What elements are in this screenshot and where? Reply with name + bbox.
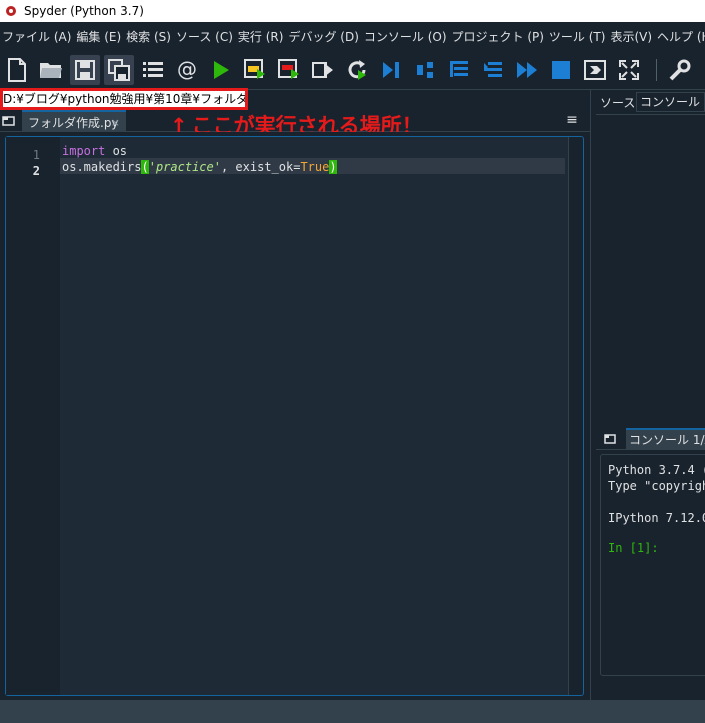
step-into-icon[interactable] bbox=[444, 55, 474, 85]
line-number-current: 2 bbox=[32, 164, 40, 178]
console-pane: コンソール 1/A Python 3.7.4 ( Type "copyrigh … bbox=[596, 426, 705, 700]
console-tab[interactable]: コンソール 1/A bbox=[626, 428, 705, 450]
run-cell-advance-icon[interactable] bbox=[274, 55, 304, 85]
tab-list-icon[interactable] bbox=[2, 114, 16, 128]
builtin-true: True bbox=[300, 160, 330, 174]
maximize-pane-icon[interactable] bbox=[580, 55, 610, 85]
run-icon[interactable] bbox=[206, 55, 236, 85]
console-line: IPython 7.12.0 bbox=[608, 511, 705, 525]
editor-tab-label: フォルダ作成.py bbox=[28, 116, 119, 130]
window-title: Spyder (Python 3.7) bbox=[24, 4, 144, 18]
console-line: Python 3.7.4 ( bbox=[608, 463, 705, 477]
menu-console[interactable]: コンソール (O) bbox=[362, 28, 450, 45]
console-line: Type "copyrigh bbox=[608, 479, 705, 493]
main-toolbar: @ bbox=[0, 50, 705, 90]
open-folder-icon[interactable] bbox=[36, 55, 66, 85]
matched-paren-open: ( bbox=[141, 160, 149, 174]
source-combo[interactable]: コンソール bbox=[636, 92, 705, 112]
code-line-1[interactable]: import os bbox=[62, 143, 127, 159]
menu-file[interactable]: ファイル (A) bbox=[0, 28, 74, 45]
debug-icon[interactable] bbox=[376, 55, 406, 85]
save-all-icon[interactable] bbox=[104, 54, 134, 85]
rerun-icon[interactable] bbox=[342, 55, 372, 85]
step-return-icon[interactable] bbox=[478, 55, 508, 85]
editor-vertical-scrollbar[interactable] bbox=[568, 137, 582, 695]
svg-text:@: @ bbox=[177, 59, 197, 81]
menu-help[interactable]: ヘルプ (H) bbox=[655, 28, 705, 45]
title-bar: Spyder (Python 3.7) bbox=[0, 0, 705, 22]
status-bar bbox=[0, 700, 705, 723]
fullscreen-icon[interactable] bbox=[614, 55, 644, 85]
line-number-gutter: 1 2 bbox=[6, 137, 60, 695]
new-file-icon[interactable] bbox=[2, 55, 32, 85]
tools-icon[interactable] bbox=[665, 55, 695, 85]
code-editor[interactable]: 1 2 import os os.makedirs('practice', ex… bbox=[0, 132, 590, 700]
console-prompt[interactable]: In [1]: bbox=[608, 541, 659, 555]
menu-tools[interactable]: ツール (T) bbox=[547, 28, 609, 45]
continue-icon[interactable] bbox=[512, 55, 542, 85]
stop-icon[interactable] bbox=[546, 55, 576, 85]
console-tab-list-icon[interactable] bbox=[604, 433, 616, 445]
spyder-logo-icon bbox=[4, 4, 18, 18]
editor-tab-active[interactable]: フォルダ作成.py × bbox=[22, 110, 126, 132]
menu-bar: ファイル (A) 編集 (E) 検索 (S) ソース (C) 実行 (R) デバ… bbox=[0, 22, 705, 50]
code-token: , exist_ok= bbox=[220, 160, 301, 174]
code-token: os bbox=[105, 144, 128, 158]
menu-view[interactable]: 表示(V) bbox=[608, 28, 655, 45]
menu-search[interactable]: 検索 (S) bbox=[124, 28, 174, 45]
console-tab-bar: コンソール 1/A bbox=[596, 426, 705, 450]
step-icon[interactable] bbox=[410, 55, 440, 85]
ipython-console[interactable]: Python 3.7.4 ( Type "copyrigh IPython 7.… bbox=[600, 454, 705, 676]
code-line-2[interactable]: os.makedirs('practice', exist_ok=True) bbox=[62, 159, 337, 175]
keyword-import: import bbox=[62, 144, 106, 158]
at-icon[interactable]: @ bbox=[172, 55, 202, 85]
save-icon[interactable] bbox=[70, 54, 100, 85]
run-cell-icon[interactable] bbox=[240, 55, 270, 85]
tab-close-icon[interactable]: × bbox=[111, 112, 120, 134]
code-area[interactable] bbox=[60, 137, 568, 695]
help-pane-body bbox=[596, 114, 705, 420]
line-number: 1 bbox=[32, 148, 40, 162]
menu-run[interactable]: 実行 (R) bbox=[236, 28, 287, 45]
string-literal: 'practice' bbox=[148, 160, 221, 174]
source-label: ソース bbox=[600, 96, 636, 110]
outline-icon[interactable] bbox=[138, 55, 168, 85]
editor-options-icon[interactable]: ≡ bbox=[560, 110, 584, 130]
file-path-label: D:¥ブログ¥python勉強用¥第10章¥フォルダ作成.py bbox=[0, 88, 248, 110]
menu-edit[interactable]: 編集 (E) bbox=[74, 28, 124, 45]
menu-source[interactable]: ソース (C) bbox=[174, 28, 236, 45]
toolbar-separator bbox=[656, 58, 657, 81]
menu-debug[interactable]: デバッグ (D) bbox=[286, 28, 361, 45]
menu-project[interactable]: プロジェクト (P) bbox=[450, 28, 547, 45]
code-token: os.makedirs bbox=[62, 160, 142, 174]
matched-paren-close: ) bbox=[329, 160, 337, 174]
run-selection-icon[interactable] bbox=[308, 55, 338, 85]
